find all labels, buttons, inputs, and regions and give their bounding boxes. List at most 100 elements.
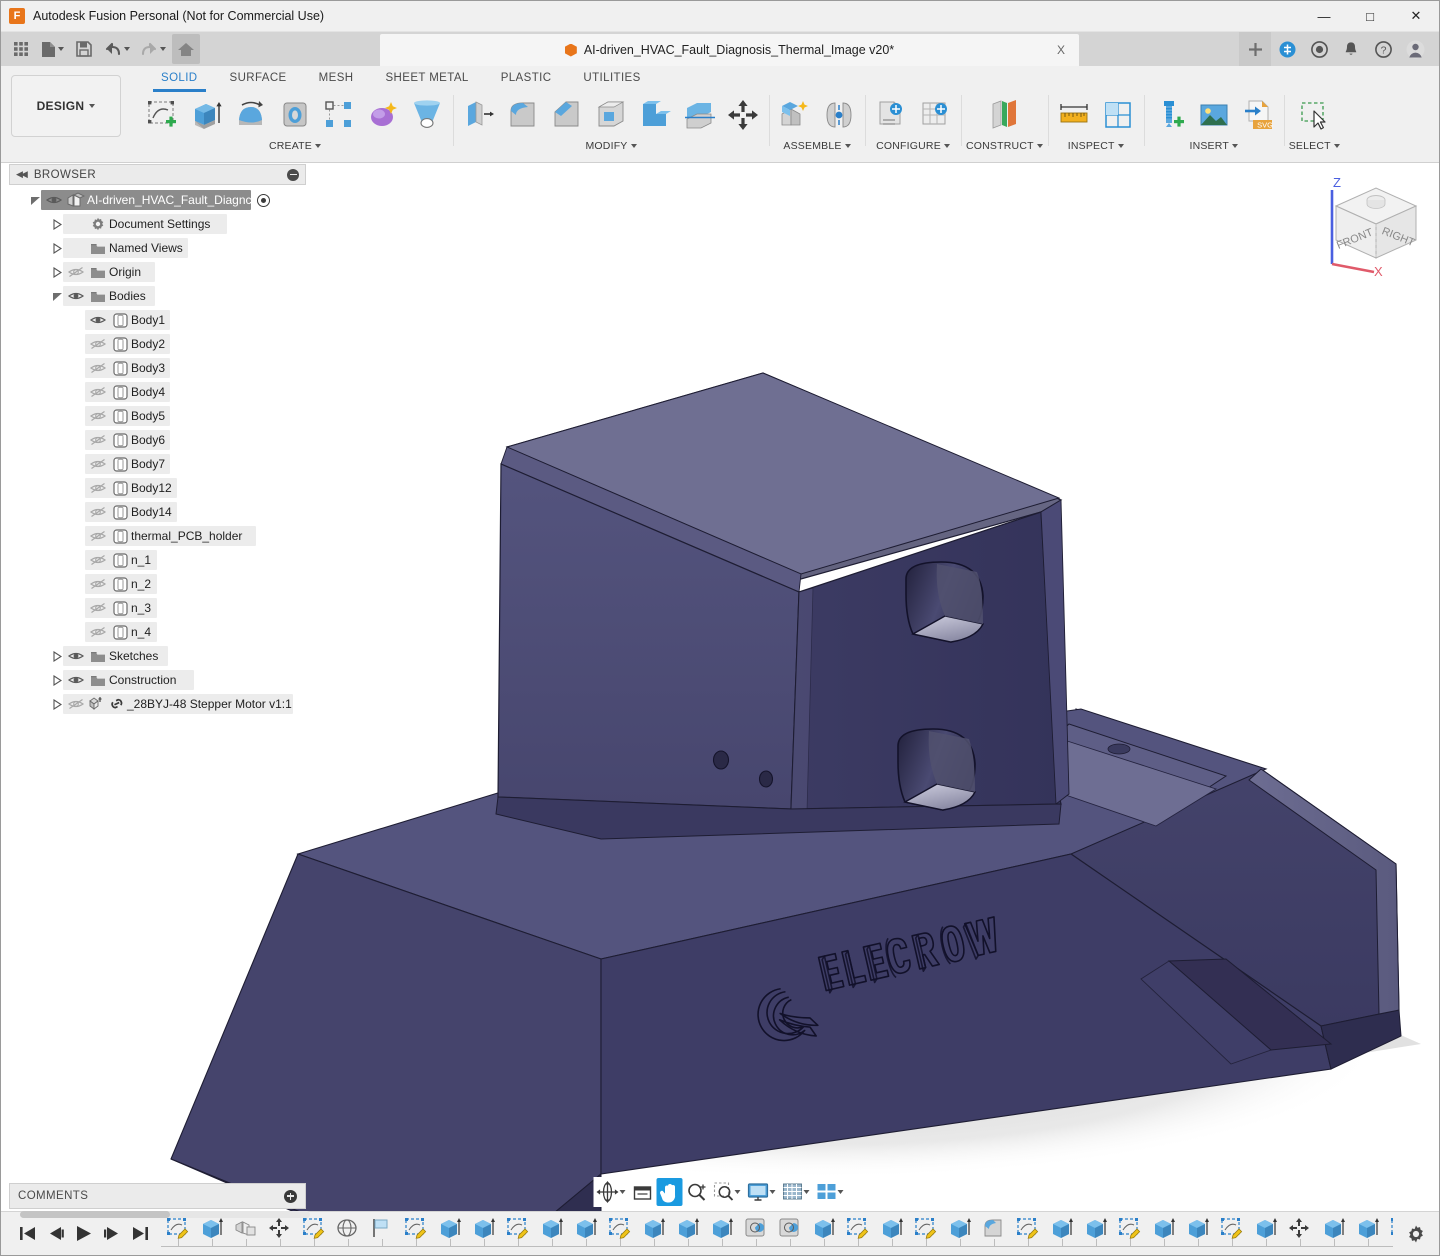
timeline-feature[interactable] (365, 1215, 399, 1255)
browser-minimize-icon[interactable] (287, 168, 299, 181)
timeline-feature[interactable] (1317, 1215, 1351, 1255)
insert-canvas-icon[interactable] (1193, 93, 1235, 137)
tree-item[interactable]: n_3 (9, 596, 306, 620)
eye-visible-icon[interactable] (87, 314, 109, 326)
display-settings[interactable] (745, 1178, 779, 1206)
joint-icon[interactable] (818, 93, 860, 137)
new-tab-plus-icon[interactable] (1239, 32, 1271, 66)
move-copy-icon[interactable] (722, 93, 764, 137)
timeline-feature[interactable] (263, 1215, 297, 1255)
eye-hidden-icon[interactable] (87, 362, 109, 374)
eye-visible-icon[interactable] (65, 650, 87, 662)
tab-plastic[interactable]: PLASTIC (485, 66, 568, 90)
orbit-caret-icon[interactable] (619, 1190, 626, 1194)
grid-snaps-caret-icon[interactable] (803, 1190, 810, 1194)
chamfer-icon[interactable] (546, 93, 588, 137)
comments-panel[interactable]: COMMENTS (9, 1183, 310, 1218)
timeline-feature[interactable] (637, 1215, 671, 1255)
timeline-feature[interactable] (1283, 1215, 1317, 1255)
tree-item[interactable]: Body7 (9, 452, 306, 476)
timeline-feature[interactable] (773, 1215, 807, 1255)
timeline-feature[interactable] (297, 1215, 331, 1255)
close-button[interactable]: ✕ (1393, 1, 1439, 32)
notifications-icon[interactable] (1335, 32, 1367, 66)
offset-plane-icon[interactable] (983, 93, 1025, 137)
tree-item[interactable]: Body6 (9, 428, 306, 452)
tree-item[interactable]: n_4 (9, 620, 306, 644)
tree-item[interactable]: Named Views (9, 236, 306, 260)
insert-mcmaster-icon[interactable] (1149, 93, 1191, 137)
home-icon[interactable] (172, 34, 200, 64)
eye-hidden-icon[interactable] (87, 506, 109, 518)
eye-hidden-icon[interactable] (65, 266, 87, 278)
disclosure-closed-icon[interactable] (49, 674, 65, 686)
tree-item[interactable]: Body1 (9, 308, 306, 332)
comments-add-icon[interactable] (284, 1189, 297, 1203)
tree-item[interactable]: Body5 (9, 404, 306, 428)
display-settings-caret-icon[interactable] (769, 1190, 776, 1194)
panel-create-title[interactable]: CREATE (269, 138, 321, 154)
maximize-button[interactable]: □ (1347, 1, 1393, 32)
tab-sheet-metal[interactable]: SHEET METAL (369, 66, 484, 90)
viewports-caret-icon[interactable] (837, 1190, 844, 1194)
timeline-settings-icon[interactable] (1393, 1212, 1439, 1256)
tree-item[interactable]: AI-driven_HVAC_Fault_Diagnc... (9, 188, 306, 212)
fillet-icon[interactable] (502, 93, 544, 137)
panel-configure-title[interactable]: CONFIGURE (876, 138, 950, 154)
combine-icon[interactable] (634, 93, 676, 137)
workspace-selector[interactable]: DESIGN (11, 75, 121, 137)
loft-icon[interactable] (406, 93, 448, 137)
recent-icon[interactable] (1303, 32, 1335, 66)
new-file-icon[interactable] (37, 34, 68, 64)
insert-svg-icon[interactable]: SVG (1237, 93, 1279, 137)
configuration-icon[interactable] (870, 93, 912, 137)
eye-hidden-icon[interactable] (87, 554, 109, 566)
timeline-feature[interactable] (671, 1215, 705, 1255)
timeline-feature[interactable] (1011, 1215, 1045, 1255)
eye-visible-icon[interactable] (43, 194, 65, 206)
app-grid-icon[interactable] (7, 34, 35, 64)
view-cube[interactable]: Z X FRONT RIGHT (1314, 172, 1429, 279)
timeline-feature[interactable] (229, 1215, 263, 1255)
play-button[interactable] (71, 1219, 97, 1249)
disclosure-closed-icon[interactable] (49, 698, 65, 710)
create-sketch-icon[interactable] (142, 93, 184, 137)
go-to-beginning-button[interactable] (15, 1219, 41, 1249)
eye-hidden-icon[interactable] (87, 434, 109, 446)
save-icon[interactable] (70, 34, 98, 64)
tree-item[interactable]: thermal_PCB_holder (9, 524, 306, 548)
redo-caret[interactable] (160, 47, 166, 51)
tree-item[interactable]: Body4 (9, 380, 306, 404)
tab-mesh[interactable]: MESH (303, 66, 370, 90)
tree-item[interactable]: Body2 (9, 332, 306, 356)
zoom-tool[interactable] (684, 1178, 710, 1206)
extrude-icon[interactable] (186, 93, 228, 137)
timeline-feature[interactable] (841, 1215, 875, 1255)
timeline-feature[interactable] (331, 1215, 365, 1255)
timeline-feature[interactable] (739, 1215, 773, 1255)
panel-construct-title[interactable]: CONSTRUCT (966, 138, 1043, 154)
account-avatar[interactable] (1399, 32, 1431, 66)
browser-header[interactable]: ◀◀ BROWSER (9, 164, 306, 185)
eye-hidden-icon[interactable] (65, 698, 87, 710)
panel-inspect-title[interactable]: INSPECT (1068, 138, 1124, 154)
pattern-icon[interactable] (318, 93, 360, 137)
eye-hidden-icon[interactable] (87, 626, 109, 638)
undo-icon[interactable] (100, 34, 134, 64)
eye-hidden-icon[interactable] (87, 530, 109, 542)
timeline-feature[interactable] (909, 1215, 943, 1255)
help-icon[interactable]: ? (1367, 32, 1399, 66)
timeline-feature[interactable] (705, 1215, 739, 1255)
tree-item[interactable]: Origin (9, 260, 306, 284)
disclosure-open-icon[interactable] (49, 291, 65, 302)
disclosure-closed-icon[interactable] (49, 650, 65, 662)
timeline-feature[interactable] (195, 1215, 229, 1255)
disclosure-closed-icon[interactable] (49, 218, 65, 230)
timeline-feature[interactable] (161, 1215, 195, 1255)
panel-select-title[interactable]: SELECT (1289, 138, 1340, 154)
panel-insert-title[interactable]: INSERT (1189, 138, 1238, 154)
eye-hidden-icon[interactable] (87, 410, 109, 422)
eye-hidden-icon[interactable] (87, 602, 109, 614)
new-file-caret[interactable] (58, 47, 64, 51)
tree-item[interactable]: Construction (9, 668, 306, 692)
